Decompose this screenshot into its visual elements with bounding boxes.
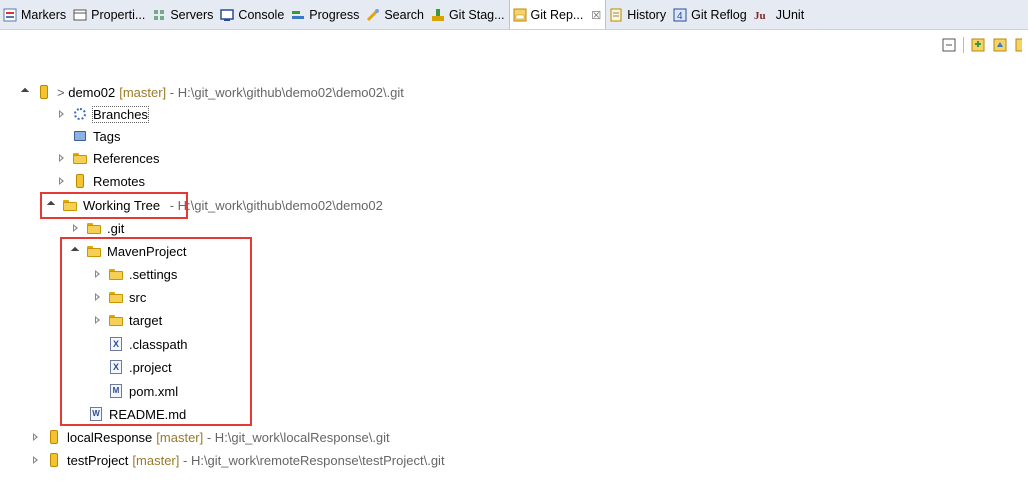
repo-branch: [master] (132, 452, 180, 468)
tree-item-tags[interactable]: Tags (72, 125, 120, 147)
tree-item-git-folder[interactable]: .git (70, 217, 124, 239)
expand-toggle-icon[interactable] (30, 431, 42, 443)
node-label: Tags (93, 128, 121, 144)
folder-icon (86, 220, 102, 236)
tree-item-remotes[interactable]: Remotes (56, 170, 145, 192)
repository-icon (46, 429, 62, 445)
tags-icon (72, 128, 88, 144)
tree-item-branches[interactable]: Branches (56, 103, 149, 125)
repo-name: localResponse (67, 429, 153, 445)
remotes-icon (72, 173, 88, 189)
node-label: Branches (92, 105, 149, 123)
node-label: References (93, 150, 160, 166)
expand-toggle-icon[interactable] (20, 86, 32, 98)
highlight-working-tree (40, 192, 188, 219)
repo-name: testProject (67, 452, 129, 468)
working-tree-path: - H:\git_work\github\demo02\demo02 (166, 197, 383, 213)
tree-item-localresponse[interactable]: localResponse [master] - H:\git_work\loc… (30, 426, 390, 448)
repository-icon (46, 452, 62, 468)
repo-branch: [master] (119, 84, 167, 100)
folder-icon (72, 150, 88, 166)
expand-toggle-icon[interactable] (30, 454, 42, 466)
highlight-mavenproject (60, 237, 252, 426)
expand-toggle-icon[interactable] (56, 152, 68, 164)
tree-item-testproject[interactable]: testProject [master] - H:\git_work\remot… (30, 449, 445, 471)
expand-toggle-icon[interactable] (70, 222, 82, 234)
tree-item-references[interactable]: References (56, 147, 159, 169)
repo-branch: [master] (156, 429, 204, 445)
repo-path: - H:\git_work\remoteResponse\testProject… (179, 452, 445, 468)
node-label: .git (107, 220, 125, 236)
repo-path: - H:\git_work\localResponse\.git (203, 429, 390, 445)
repo-path: - H:\git_work\github\demo02\demo02\.git (166, 84, 404, 100)
expand-toggle-icon[interactable] (56, 108, 68, 120)
repo-name: demo02 (68, 84, 116, 100)
expand-toggle-icon[interactable] (56, 175, 68, 187)
repository-icon (36, 84, 52, 100)
repo-prefix: > (57, 84, 69, 100)
branches-icon (72, 106, 88, 122)
tree-item-demo02[interactable]: > demo02 [master] - H:\git_work\github\d… (20, 81, 404, 103)
node-label: Remotes (93, 173, 146, 189)
